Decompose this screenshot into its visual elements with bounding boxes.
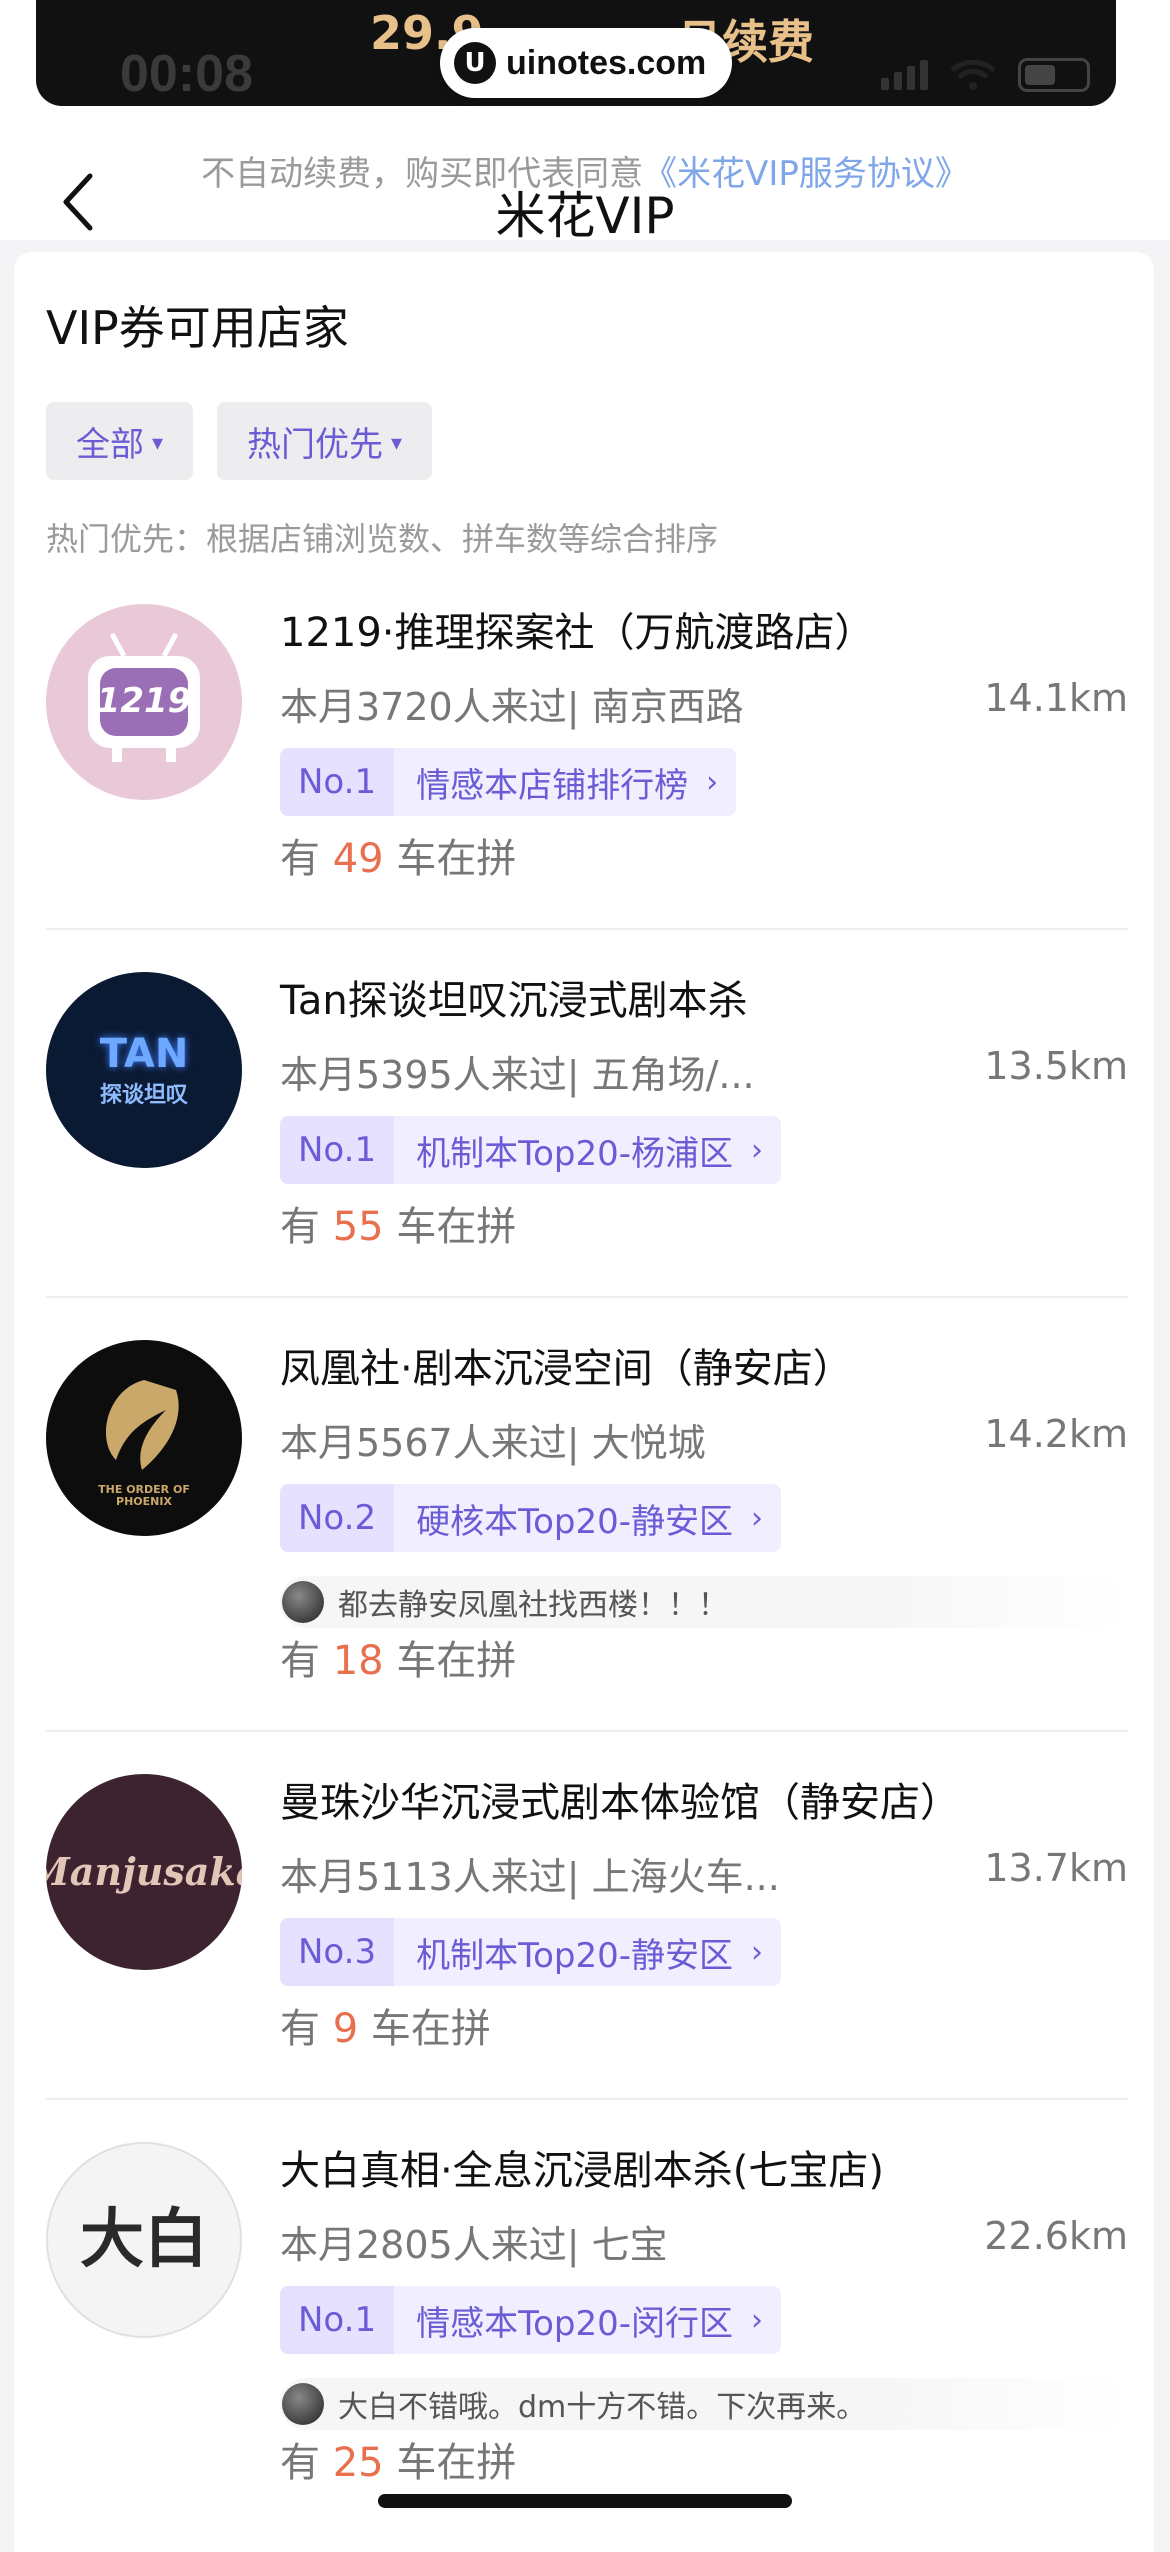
store-logo: Manjusaka: [46, 1774, 242, 1970]
comment-text: 大白不错哦。dm十方不错。下次再来。: [338, 2390, 867, 2425]
store-item[interactable]: TAN 探谈坦叹 Tan探谈坦叹沉浸式剧本杀 本月5395人来过| 五角场/..…: [46, 968, 1128, 1298]
carpool-number: 49: [332, 836, 384, 882]
store-item[interactable]: 大白 大白真相·全息沉浸剧本杀(七宝店) 本月2805人来过| 七宝 22.6k…: [46, 2138, 1128, 2538]
rank-label: 情感本店铺排行榜: [416, 765, 689, 806]
sheet-title: VIP券可用店家: [46, 301, 349, 355]
store-list-sheet: VIP券可用店家 全部 ▾ 热门优先 ▾ 热门优先：根据店铺浏览数、拼车数等综合…: [14, 252, 1154, 2552]
commenter-avatar: [282, 2383, 324, 2425]
battery-icon: [1018, 58, 1090, 92]
store-name: 1219·推理探案社（万航渡路店）: [280, 610, 875, 656]
status-icons: [881, 58, 1090, 92]
rank-tag[interactable]: No.3 机制本Top20-静安区 ›: [280, 1918, 781, 1986]
store-distance: 13.5km: [984, 1044, 1128, 1088]
carpool-count: 有 18 车在拼: [280, 1638, 517, 1684]
carpool-count: 有 49 车在拼: [280, 836, 517, 882]
commenter-avatar: [282, 1581, 324, 1623]
store-distance: 14.2km: [984, 1412, 1128, 1456]
page-title: 米花VIP: [495, 187, 675, 245]
logo-text: TAN: [99, 1030, 189, 1077]
chevron-right-icon: ›: [751, 1132, 763, 1168]
store-distance: 22.6km: [984, 2214, 1128, 2258]
store-name: 凤凰社·剧本沉浸空间（静安店）: [280, 1346, 853, 1392]
store-visits: 本月5395人来过| 五角场/...: [280, 1053, 755, 1097]
rank-label: 机制本Top20-静安区: [416, 1935, 733, 1976]
store-logo: TAN 探谈坦叹: [46, 972, 242, 1168]
rank-number: No.3: [280, 1918, 395, 1986]
chevron-right-icon: ›: [706, 764, 719, 800]
logo-subtext: 探谈坦叹: [99, 1082, 188, 1108]
rank-label: 情感本Top20-闵行区: [416, 2303, 733, 2344]
chevron-down-icon: ▾: [152, 430, 164, 456]
carpool-count: 有 55 车在拼: [280, 1204, 517, 1250]
store-visits: 本月2805人来过| 七宝: [280, 2223, 668, 2267]
rank-tag[interactable]: No.1 情感本Top20-闵行区 ›: [280, 2286, 781, 2354]
chevron-right-icon: ›: [751, 1500, 763, 1536]
logo-text: THE ORDER OF PHOENIX: [98, 1482, 190, 1508]
store-logo: 1219: [46, 604, 242, 800]
rank-label: 硬核本Top20-静安区: [416, 1501, 733, 1542]
rank-label: 机制本Top20-杨浦区: [416, 1133, 733, 1174]
chevron-right-icon: ›: [751, 2302, 763, 2338]
user-comment: 大白不错哦。dm十方不错。下次再来。: [280, 2378, 1128, 2430]
logo-text: 大白: [80, 2201, 208, 2277]
rank-number: No.1: [280, 1116, 395, 1184]
store-distance: 14.1km: [984, 676, 1128, 720]
store-logo: 大白: [46, 2142, 242, 2338]
divider: [46, 2098, 1128, 2100]
chevron-down-icon: ▾: [391, 430, 403, 456]
store-logo: THE ORDER OF PHOENIX: [46, 1340, 242, 1536]
comment-text: 都去静安凤凰社找西楼！！！: [338, 1588, 728, 1623]
wifi-icon: [950, 60, 996, 90]
filter-all-button[interactable]: 全部 ▾: [46, 402, 194, 480]
logo-text: 1219: [96, 681, 192, 722]
user-comment: 都去静安凤凰社找西楼！！！: [280, 1576, 1128, 1628]
divider: [46, 928, 1128, 930]
store-item[interactable]: THE ORDER OF PHOENIX 凤凰社·剧本沉浸空间（静安店） 本月5…: [46, 1336, 1128, 1732]
carpool-number: 9: [332, 2006, 359, 2052]
watermark-text: uinotes.com: [506, 43, 707, 82]
store-name: 曼珠沙华沉浸式剧本体验馆（静安店）: [280, 1780, 960, 1826]
status-time: 00:08: [120, 45, 253, 103]
rank-tag[interactable]: No.1 情感本店铺排行榜 ›: [280, 748, 737, 816]
sort-note: 热门优先：根据店铺浏览数、拼车数等综合排序: [46, 520, 719, 558]
store-item[interactable]: 1219 1219·推理探案社（万航渡路店） 本月3720人来过| 南京西路 1…: [46, 600, 1128, 930]
carpool-count: 有 25 车在拼: [280, 2440, 517, 2486]
divider: [46, 1730, 1128, 1732]
store-visits: 本月3720人来过| 南京西路: [280, 685, 744, 729]
filter-sort-button[interactable]: 热门优先 ▾: [217, 402, 433, 480]
rank-number: No.1: [280, 2286, 395, 2354]
carpool-count: 有 9 车在拼: [280, 2006, 491, 2052]
rank-tag[interactable]: No.1 机制本Top20-杨浦区 ›: [280, 1116, 781, 1184]
carpool-number: 18: [332, 1638, 384, 1684]
chevron-right-icon: ›: [751, 1934, 763, 1970]
store-name: Tan探谈坦叹沉浸式剧本杀: [280, 978, 748, 1024]
logo-text: Manjusaka: [46, 1849, 242, 1895]
rank-number: No.1: [280, 748, 395, 816]
filter-bar: 全部 ▾ 热门优先 ▾: [46, 402, 433, 480]
signal-icon: [881, 60, 928, 90]
filter-label: 热门优先: [247, 424, 384, 465]
rank-tag[interactable]: No.2 硬核本Top20-静安区 ›: [280, 1484, 781, 1552]
carpool-number: 25: [332, 2440, 384, 2486]
watermark-badge: U uinotes.com: [440, 28, 732, 98]
store-visits: 本月5113人来过| 上海火车...: [280, 1855, 780, 1899]
store-distance: 13.7km: [984, 1846, 1128, 1890]
store-name: 大白真相·全息沉浸剧本杀(七宝店): [280, 2148, 884, 2194]
filter-label: 全部: [76, 424, 144, 465]
store-item[interactable]: Manjusaka 曼珠沙华沉浸式剧本体验馆（静安店） 本月5113人来过| 上…: [46, 1770, 1128, 2100]
carpool-number: 55: [332, 1204, 384, 1250]
rank-number: No.2: [280, 1484, 395, 1552]
watermark-logo-icon: U: [454, 42, 496, 84]
store-visits: 本月5567人来过| 大悦城: [280, 1421, 706, 1465]
home-indicator[interactable]: [378, 2494, 792, 2508]
divider: [46, 1296, 1128, 1298]
